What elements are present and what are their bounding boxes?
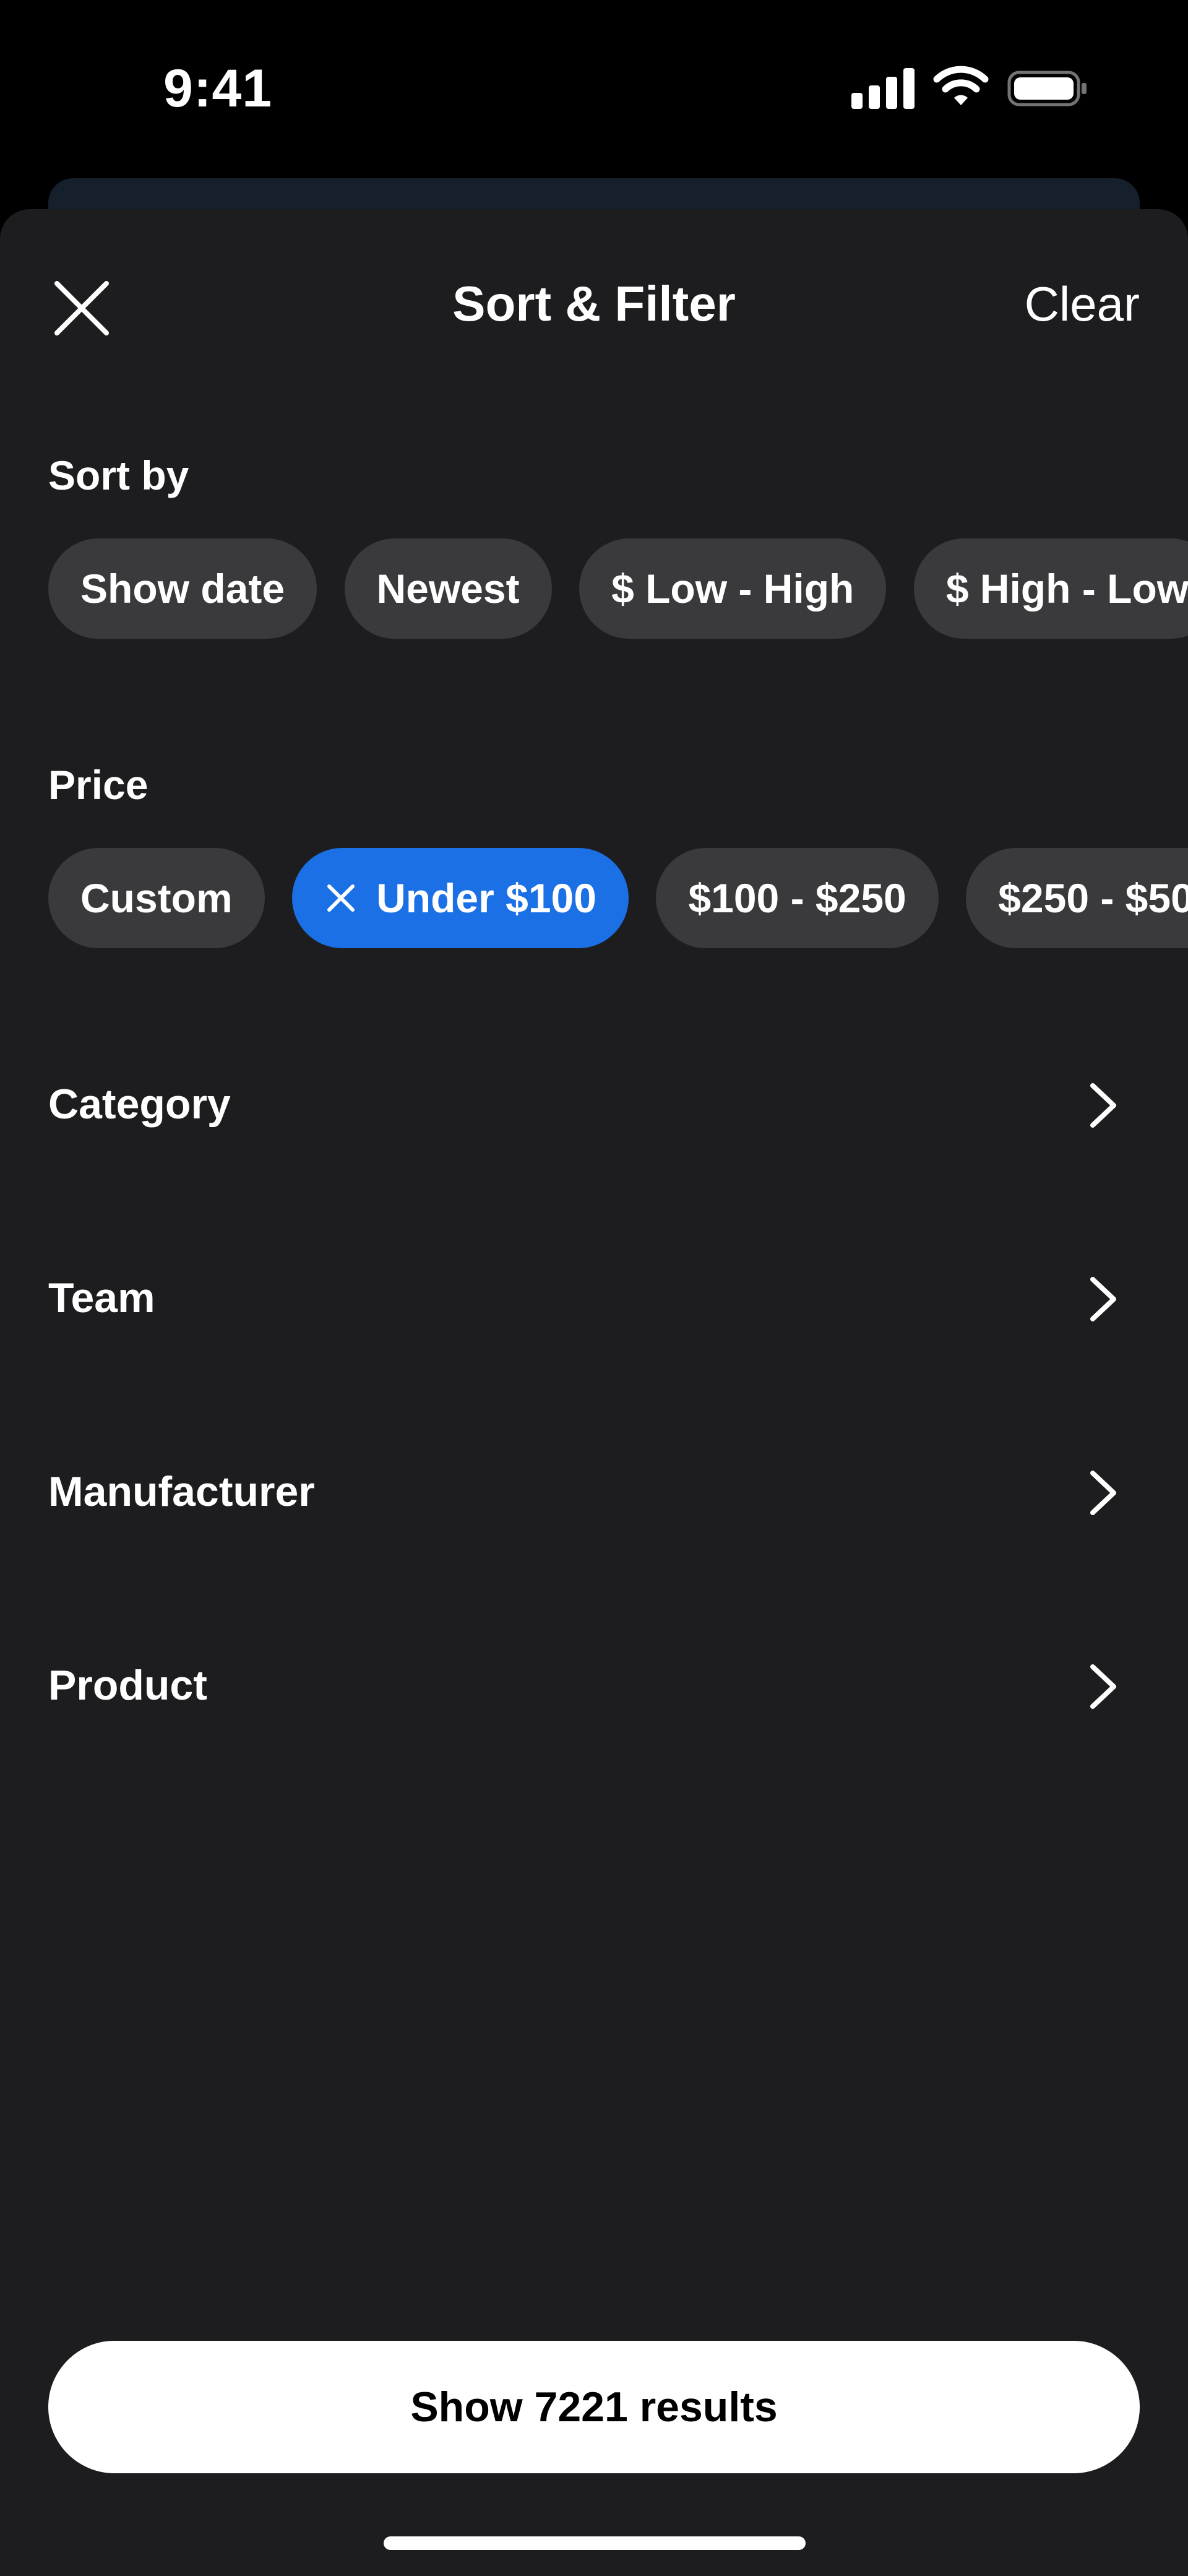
filter-row-manufacturer[interactable]: Manufacturer xyxy=(0,1430,1188,1554)
chevron-right-icon xyxy=(1090,1471,1116,1515)
show-results-button[interactable]: Show 7221 results xyxy=(48,2341,1140,2473)
filter-row-label: Product xyxy=(48,1662,207,1709)
status-bar: 9:41 xyxy=(0,0,1188,173)
price-chip-under-100[interactable]: Under $100 xyxy=(292,848,629,948)
sort-chip-newest[interactable]: Newest xyxy=(344,538,552,639)
home-indicator xyxy=(384,2536,806,2550)
sort-chip-low-high[interactable]: $ Low - High xyxy=(579,538,887,639)
cellular-signal-icon xyxy=(851,68,915,109)
chevron-right-icon xyxy=(1090,1083,1116,1128)
filter-row-label: Manufacturer xyxy=(48,1468,315,1515)
sheet-title: Sort & Filter xyxy=(452,276,736,331)
battery-icon xyxy=(1007,71,1087,106)
sort-filter-sheet: Sort & Filter Clear Sort by Show date Ne… xyxy=(0,209,1188,2576)
close-icon xyxy=(54,281,109,335)
filter-row-team[interactable]: Team xyxy=(0,1236,1188,1360)
price-chip-100-250[interactable]: $100 - $250 xyxy=(656,848,939,948)
chevron-right-icon xyxy=(1090,1277,1116,1321)
sort-chip-high-low[interactable]: $ High - Low xyxy=(913,538,1188,639)
price-chip-custom[interactable]: Custom xyxy=(48,848,265,948)
status-time: 9:41 xyxy=(163,59,273,118)
sort-options: Show date Newest $ Low - High $ High - L… xyxy=(48,538,1188,639)
close-button[interactable] xyxy=(38,265,125,352)
wifi-icon xyxy=(933,66,989,105)
filter-row-label: Team xyxy=(48,1274,155,1321)
chevron-right-icon xyxy=(1090,1664,1116,1709)
price-chip-250-500[interactable]: $250 - $500 xyxy=(966,848,1188,948)
filter-row-product[interactable]: Product xyxy=(0,1623,1188,1747)
price-label: Price xyxy=(48,762,148,808)
clear-button[interactable]: Clear xyxy=(1025,264,1140,344)
price-options: Custom Under $100 $100 - $250 $250 - $50… xyxy=(48,848,1188,948)
sort-by-label: Sort by xyxy=(48,452,189,498)
sort-chip-show-date[interactable]: Show date xyxy=(48,538,317,639)
filter-row-category[interactable]: Category xyxy=(0,1042,1188,1166)
remove-filter-icon[interactable] xyxy=(324,881,358,915)
filter-row-label: Category xyxy=(48,1081,231,1128)
